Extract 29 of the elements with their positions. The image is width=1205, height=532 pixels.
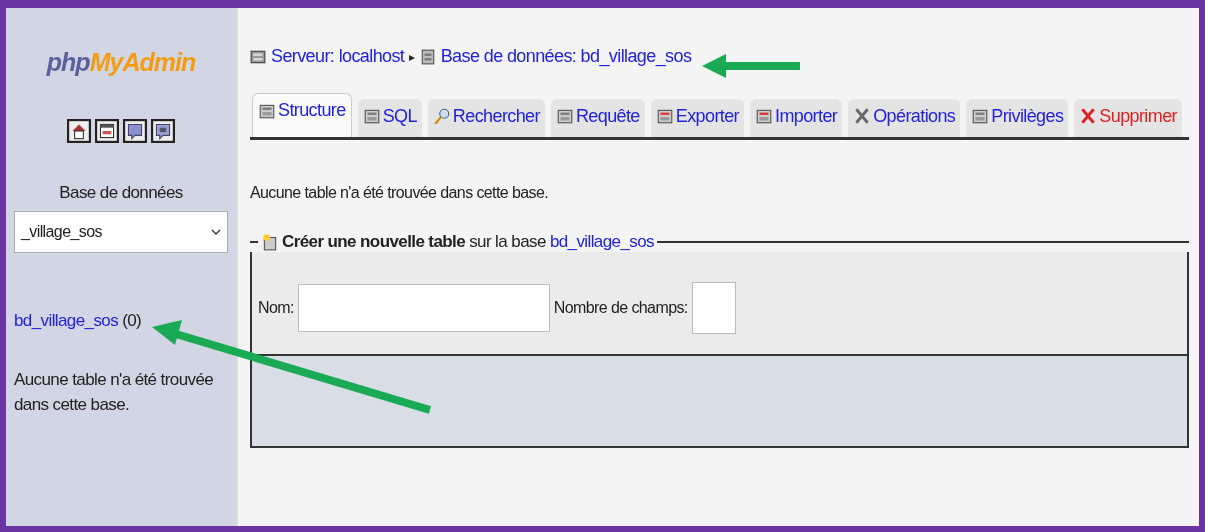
field-count-label: Nombre de champs:: [553, 299, 688, 317]
empty-message: Aucune table n'a été trouvée dans cette base.: [250, 184, 550, 202]
tab[interactable]: SQL: [357, 99, 422, 137]
database-link[interactable]: bd_village_sos: [14, 311, 119, 330]
tab[interactable]: Importer: [750, 99, 843, 137]
logo: phpMyAdmin: [46, 48, 196, 77]
tab[interactable]: Requête: [550, 99, 645, 137]
empty-message: Aucune table n'a été trouvée dans cette base.: [14, 369, 215, 416]
tab[interactable]: Exporter: [650, 99, 744, 137]
database-link[interactable]: Base de données: bd_village_sos: [440, 46, 692, 67]
legend-title: Créer une nouvelle table sur la base bd_village_sos: [282, 232, 654, 252]
database-select[interactable]: _village_sos: [14, 211, 228, 253]
database-label: Base de données: [58, 183, 184, 203]
database-link[interactable]: bd_village_sos: [549, 232, 654, 251]
server-icon: [250, 48, 266, 65]
caret-icon: [211, 229, 221, 235]
table-count: (0): [122, 311, 142, 330]
tab[interactable]: Supprimer: [1074, 99, 1182, 137]
tab[interactable]: Rechercher: [427, 99, 545, 137]
field-count-field[interactable]: [691, 282, 736, 334]
separator-arrow: ▸: [409, 49, 415, 64]
tab[interactable]: Privilèges: [966, 99, 1069, 137]
tab[interactable]: Structure: [252, 93, 352, 137]
name-label: Nom:: [258, 299, 294, 317]
magnifier-icon: [432, 107, 451, 125]
tab[interactable]: Opérations: [848, 99, 961, 137]
new-table-icon: [261, 233, 279, 251]
server-link[interactable]: Serveur: localhost: [271, 46, 405, 67]
name-field[interactable]: [297, 284, 550, 332]
